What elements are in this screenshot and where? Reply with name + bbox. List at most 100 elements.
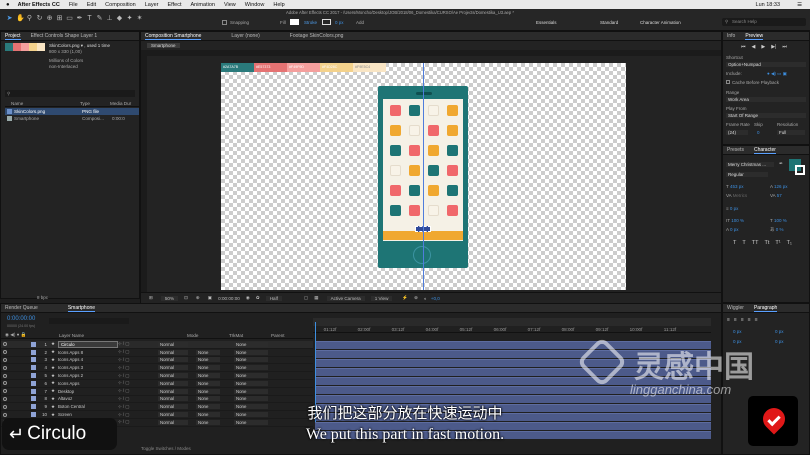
layer-trkmat-select[interactable]: None xyxy=(195,357,220,363)
search-help-input[interactable]: ⚲ Search Help xyxy=(722,18,806,26)
play-from-select[interactable]: Start Of Range xyxy=(726,113,806,118)
visibility-eye-icon[interactable] xyxy=(3,357,7,362)
layer-trkmat-select[interactable]: None xyxy=(195,373,220,379)
switch-icons[interactable]: ⊹ / ▢ xyxy=(118,373,148,379)
tab-project[interactable]: Project xyxy=(5,33,21,40)
stroke-color-swatch[interactable] xyxy=(795,165,805,175)
visibility-eye-icon[interactable] xyxy=(3,373,7,378)
align-center-icon[interactable]: ≡ xyxy=(734,317,737,323)
menu-file[interactable]: File xyxy=(69,2,78,8)
layer-mode-select[interactable]: Normal xyxy=(157,373,188,379)
stroke-width[interactable]: 0 px xyxy=(335,20,344,25)
layer-trkmat-select[interactable]: None xyxy=(195,349,220,355)
first-frame-icon[interactable]: ⏮ xyxy=(741,44,746,50)
label-color-swatch[interactable] xyxy=(31,396,36,402)
rotate-tool-icon[interactable]: ↻ xyxy=(36,15,43,23)
justify-all-icon[interactable]: ≡ xyxy=(755,317,758,323)
label-color-swatch[interactable] xyxy=(31,357,36,363)
camera-icon[interactable]: ◉ xyxy=(246,295,250,301)
kerning-value[interactable]: Metrics xyxy=(733,193,748,198)
label-color-swatch[interactable] xyxy=(31,388,36,394)
project-item-skincolors[interactable]: SkinColors.png PNG file xyxy=(5,108,139,115)
rectangle-tool-icon[interactable]: ▭ xyxy=(66,15,73,23)
tab-character[interactable]: Character xyxy=(753,147,776,154)
layer-name[interactable]: Circulo xyxy=(57,340,118,348)
indent-right-value[interactable]: 0 px xyxy=(775,329,784,334)
play-icon[interactable]: ▶ xyxy=(761,44,765,50)
tab-render-queue[interactable]: Render Queue xyxy=(5,305,38,311)
font-select[interactable]: Merry Christmas ... xyxy=(726,162,774,167)
add-label[interactable]: Add xyxy=(356,20,364,25)
menu-effect[interactable]: Effect xyxy=(168,2,182,8)
frame-rate-select[interactable]: (24) xyxy=(726,130,748,135)
layer-row[interactable]: 5 ★ Icons Apps 2 ⊹ / ▢ Normal None None xyxy=(1,372,313,380)
layer-parent-select[interactable]: None xyxy=(233,373,268,379)
font-size-value[interactable]: 453 px xyxy=(730,184,744,189)
layer-row[interactable]: 4 ★ Icons Apps 3 ⊹ / ▢ Normal None None xyxy=(1,364,313,373)
layer-trkmat-select[interactable]: None xyxy=(195,396,220,402)
guide-line[interactable] xyxy=(423,63,424,290)
layer-mode-select[interactable]: Normal xyxy=(157,357,188,363)
layer-parent-select[interactable]: None xyxy=(233,365,268,371)
camera-tool-icon[interactable]: ⊕ xyxy=(46,15,53,23)
roto-tool-icon[interactable]: ✦ xyxy=(126,15,133,23)
col-trkmat[interactable]: TrkMat xyxy=(229,333,271,338)
shortcut-select[interactable]: Option+Numpad xyxy=(726,62,806,67)
comp-time[interactable]: 0:00:00:00 xyxy=(218,296,240,301)
layer-mode-select[interactable]: Normal xyxy=(157,349,188,355)
menu-edit[interactable]: Edit xyxy=(87,2,96,8)
switch-icons[interactable]: ⊹ / ▢ xyxy=(118,341,148,347)
tab-smartphone-timeline[interactable]: Smartphone xyxy=(67,305,96,312)
subscript-button[interactable]: T₁ xyxy=(787,240,792,246)
range-select[interactable]: Work Area xyxy=(726,97,806,102)
switch-icons[interactable]: ⊹ / ▢ xyxy=(118,357,148,363)
bpc-label[interactable]: 8 bpc xyxy=(37,295,48,300)
eraser-tool-icon[interactable]: ◆ xyxy=(116,15,123,23)
layer-parent-select[interactable]: None xyxy=(233,396,268,402)
small-caps-button[interactable]: Tt xyxy=(764,240,769,246)
font-style-select[interactable]: Regular xyxy=(726,172,768,177)
camera-select[interactable]: Active Camera xyxy=(326,295,365,301)
fit-icon[interactable]: ⊡ xyxy=(184,295,188,301)
layer-mode-select[interactable]: Normal xyxy=(157,380,188,386)
layer-parent-select[interactable]: None xyxy=(233,380,268,386)
label-color-swatch[interactable] xyxy=(31,365,36,371)
visibility-eye-icon[interactable] xyxy=(3,350,7,355)
time-ruler[interactable]: 01:12f 02:00f 03:12f 04:00f 05:12f 06:00f 07:1… xyxy=(313,326,711,333)
menu-list-icon[interactable]: ☰ xyxy=(797,2,802,8)
last-frame-icon[interactable]: ⏭ xyxy=(782,44,787,50)
workspace-character-animation[interactable]: Character Animation xyxy=(640,20,681,25)
layer-row[interactable]: 2 ★ Icons Apps 8 ⊹ / ▢ Normal None None xyxy=(1,349,313,357)
project-item-smartphone[interactable]: Smartphone Composi... 0:00:0 xyxy=(5,115,139,122)
puppet-tool-icon[interactable]: ✶ xyxy=(136,15,143,23)
menu-layer[interactable]: Layer xyxy=(145,2,159,8)
fill-swatch[interactable] xyxy=(290,19,299,25)
roi-icon[interactable]: ▢ xyxy=(304,295,308,301)
color-icon[interactable]: ▣ xyxy=(208,295,212,301)
visibility-eye-icon[interactable] xyxy=(3,342,7,347)
layer-name[interactable]: Desktop xyxy=(58,389,118,394)
layer-row[interactable]: 6 ★ Icons Apps ⊹ / ▢ Normal None None xyxy=(1,380,313,388)
switch-icons[interactable]: ⊹ / ▢ xyxy=(118,349,148,355)
workspace-essentials[interactable]: Essentials xyxy=(536,20,557,25)
home-button-circle[interactable] xyxy=(413,246,431,264)
view-select[interactable]: 1 View xyxy=(370,295,393,301)
label-color-swatch[interactable] xyxy=(31,373,36,379)
col-media[interactable]: Media Dur xyxy=(110,101,131,106)
cache-checkbox[interactable] xyxy=(726,80,730,84)
layer-mode-select[interactable]: Normal xyxy=(157,365,188,371)
indent-left-value[interactable]: 0 px xyxy=(733,329,742,334)
label-color-swatch[interactable] xyxy=(31,349,36,355)
layer-name[interactable]: Icons Apps 3 xyxy=(58,365,118,370)
visibility-eye-icon[interactable] xyxy=(3,381,7,386)
hscale-value[interactable]: 100 % xyxy=(774,218,787,223)
project-search-input[interactable]: ⚲ xyxy=(5,90,135,97)
menu-app[interactable]: After Effects CC xyxy=(18,2,60,8)
tab-composition[interactable]: Composition Smartphone xyxy=(145,33,202,40)
vscale-value[interactable]: 100 % xyxy=(731,218,744,223)
menu-window[interactable]: Window xyxy=(245,2,265,8)
layer-name[interactable]: Icons Apps 2 xyxy=(58,373,118,378)
align-left-icon[interactable]: ≡ xyxy=(727,317,730,323)
col-parent[interactable]: Parent xyxy=(271,333,285,338)
work-area-bar[interactable] xyxy=(313,318,711,326)
